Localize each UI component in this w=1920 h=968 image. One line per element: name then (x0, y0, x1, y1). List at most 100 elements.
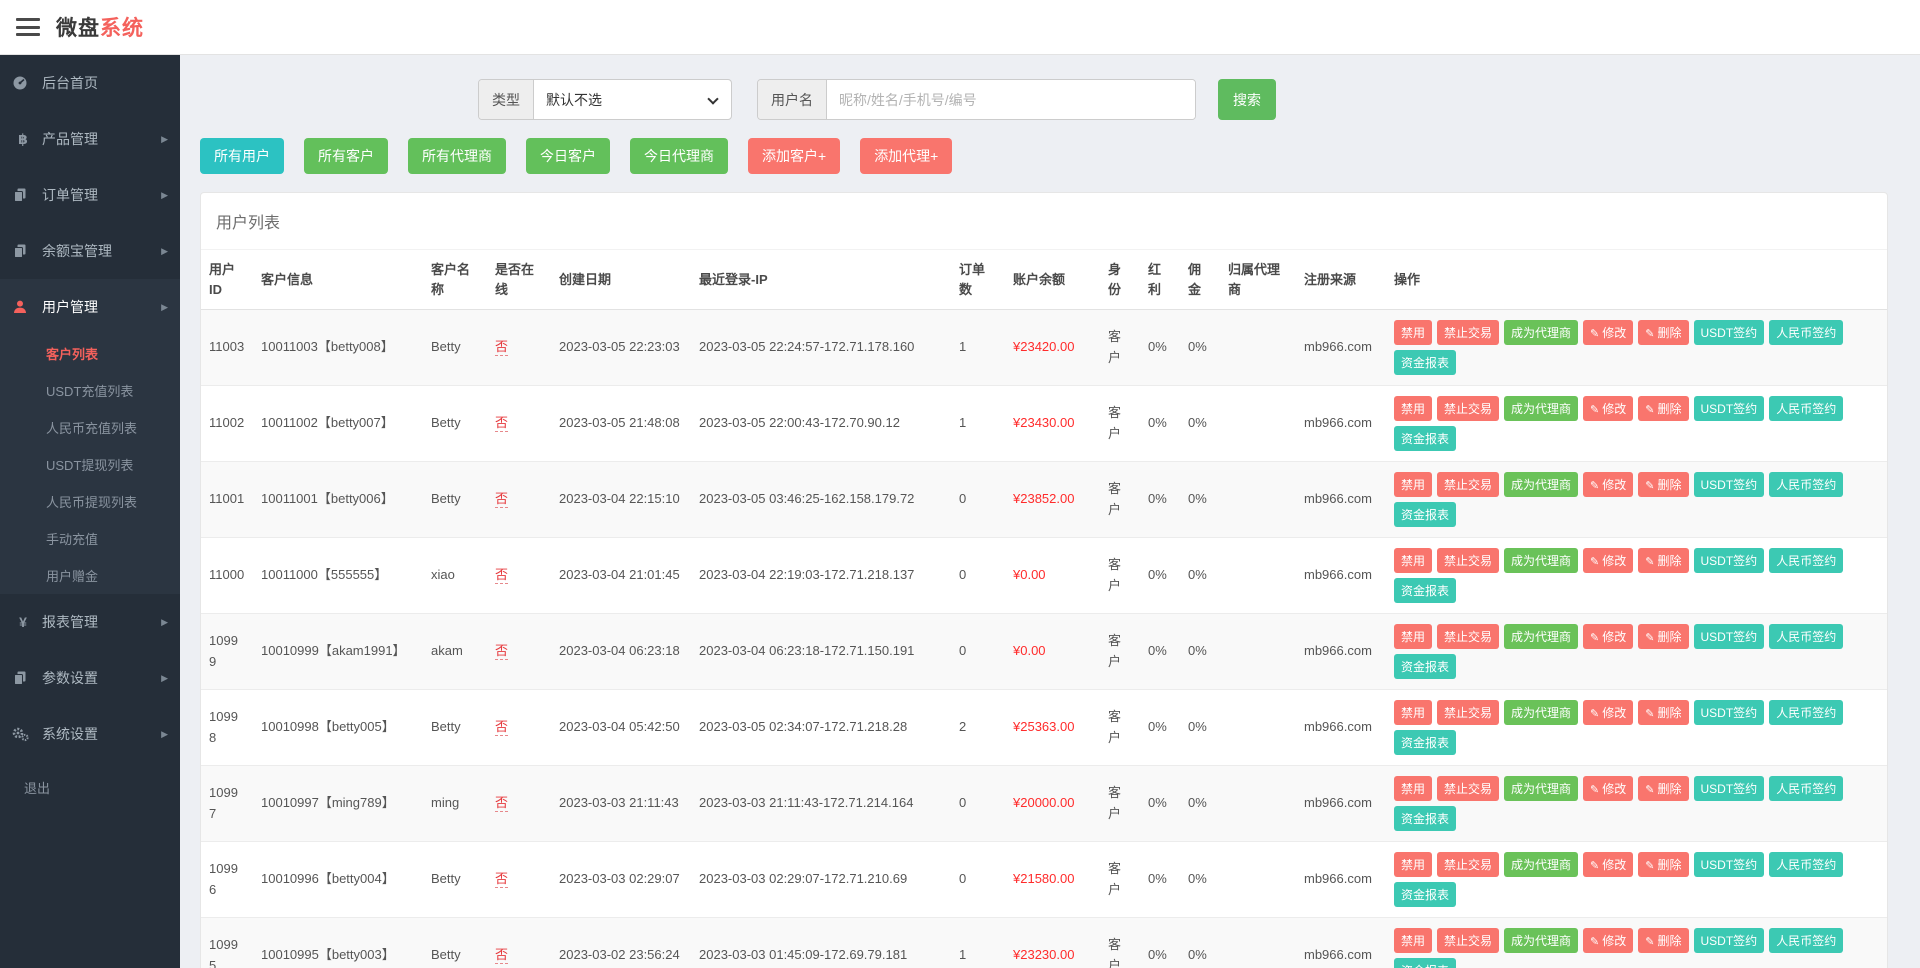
disable-button[interactable]: 禁用 (1394, 700, 1432, 725)
edit-button[interactable]: ✎修改 (1583, 776, 1633, 801)
sidebar-item-reports[interactable]: ¥ 报表管理 ▶ (0, 594, 180, 650)
rmb-sign-button[interactable]: 人民币签约 (1769, 776, 1843, 801)
forbid-trade-button[interactable]: 禁止交易 (1437, 396, 1499, 421)
sidebar-subitem-manual-deposit[interactable]: 手动充值 (0, 520, 180, 557)
edit-button[interactable]: ✎修改 (1583, 472, 1633, 497)
sidebar-subitem-customer-list[interactable]: 客户列表 (0, 335, 180, 372)
delete-button[interactable]: ✎删除 (1638, 928, 1688, 953)
sidebar-subitem-rmb-deposit-list[interactable]: 人民币充值列表 (0, 409, 180, 446)
become-agent-button[interactable]: 成为代理商 (1504, 700, 1578, 725)
fund-report-button[interactable]: 资金报表 (1394, 730, 1456, 755)
today-agents-button[interactable]: 今日代理商 (630, 138, 728, 174)
delete-button[interactable]: ✎删除 (1638, 472, 1688, 497)
usdt-sign-button[interactable]: USDT签约 (1694, 472, 1765, 497)
usdt-sign-button[interactable]: USDT签约 (1694, 928, 1765, 953)
hamburger-menu-icon[interactable] (16, 18, 40, 36)
fund-report-button[interactable]: 资金报表 (1394, 958, 1456, 968)
sidebar-item-system-settings[interactable]: 系统设置 ▶ (0, 706, 180, 762)
sidebar-item-parameters[interactable]: 参数设置 ▶ (0, 650, 180, 706)
usdt-sign-button[interactable]: USDT签约 (1694, 852, 1765, 877)
edit-button[interactable]: ✎修改 (1583, 320, 1633, 345)
rmb-sign-button[interactable]: 人民币签约 (1769, 624, 1843, 649)
usdt-sign-button[interactable]: USDT签约 (1694, 700, 1765, 725)
forbid-trade-button[interactable]: 禁止交易 (1437, 320, 1499, 345)
disable-button[interactable]: 禁用 (1394, 928, 1432, 953)
sidebar-item-logout[interactable]: 退出 (0, 762, 180, 813)
all-users-button[interactable]: 所有用户 (200, 138, 284, 174)
edit-button[interactable]: ✎修改 (1583, 624, 1633, 649)
today-customers-button[interactable]: 今日客户 (526, 138, 610, 174)
forbid-trade-button[interactable]: 禁止交易 (1437, 548, 1499, 573)
forbid-trade-button[interactable]: 禁止交易 (1437, 852, 1499, 877)
become-agent-button[interactable]: 成为代理商 (1504, 548, 1578, 573)
become-agent-button[interactable]: 成为代理商 (1504, 472, 1578, 497)
sidebar-item-yuebao[interactable]: 余额宝管理 ▶ (0, 223, 180, 279)
rmb-sign-button[interactable]: 人民币签约 (1769, 548, 1843, 573)
add-customer-button[interactable]: 添加客户+ (748, 138, 840, 174)
disable-button[interactable]: 禁用 (1394, 548, 1432, 573)
sidebar-item-orders[interactable]: 订单管理 ▶ (0, 167, 180, 223)
rmb-sign-button[interactable]: 人民币签约 (1769, 396, 1843, 421)
usdt-sign-button[interactable]: USDT签约 (1694, 396, 1765, 421)
fund-report-button[interactable]: 资金报表 (1394, 882, 1456, 907)
become-agent-button[interactable]: 成为代理商 (1504, 928, 1578, 953)
sidebar-item-users[interactable]: 用户管理 ▶ (0, 279, 180, 335)
edit-button[interactable]: ✎修改 (1583, 548, 1633, 573)
forbid-trade-button[interactable]: 禁止交易 (1437, 700, 1499, 725)
delete-button[interactable]: ✎删除 (1638, 700, 1688, 725)
delete-button[interactable]: ✎删除 (1638, 320, 1688, 345)
usdt-sign-button[interactable]: USDT签约 (1694, 776, 1765, 801)
rmb-sign-button[interactable]: 人民币签约 (1769, 928, 1843, 953)
search-button[interactable]: 搜索 (1218, 79, 1276, 120)
edit-button[interactable]: ✎修改 (1583, 700, 1633, 725)
delete-button[interactable]: ✎删除 (1638, 548, 1688, 573)
forbid-trade-button[interactable]: 禁止交易 (1437, 928, 1499, 953)
rmb-sign-button[interactable]: 人民币签约 (1769, 320, 1843, 345)
become-agent-button[interactable]: 成为代理商 (1504, 624, 1578, 649)
sidebar-subitem-rmb-withdraw-list[interactable]: 人民币提现列表 (0, 483, 180, 520)
disable-button[interactable]: 禁用 (1394, 852, 1432, 877)
become-agent-button[interactable]: 成为代理商 (1504, 852, 1578, 877)
delete-button[interactable]: ✎删除 (1638, 624, 1688, 649)
fund-report-button[interactable]: 资金报表 (1394, 426, 1456, 451)
sidebar-subitem-user-bonus[interactable]: 用户赠金 (0, 557, 180, 594)
become-agent-button[interactable]: 成为代理商 (1504, 396, 1578, 421)
disable-button[interactable]: 禁用 (1394, 472, 1432, 497)
edit-button[interactable]: ✎修改 (1583, 852, 1633, 877)
online-status: 否 (495, 643, 508, 660)
disable-button[interactable]: 禁用 (1394, 320, 1432, 345)
username-input[interactable] (827, 80, 1195, 119)
sidebar-item-products[interactable]: ฿ 产品管理 ▶ (0, 111, 180, 167)
rmb-sign-button[interactable]: 人民币签约 (1769, 700, 1843, 725)
all-agents-button[interactable]: 所有代理商 (408, 138, 506, 174)
forbid-trade-button[interactable]: 禁止交易 (1437, 472, 1499, 497)
fund-report-button[interactable]: 资金报表 (1394, 654, 1456, 679)
sidebar-subitem-usdt-deposit-list[interactable]: USDT充值列表 (0, 372, 180, 409)
rmb-sign-button[interactable]: 人民币签约 (1769, 472, 1843, 497)
delete-button[interactable]: ✎删除 (1638, 852, 1688, 877)
forbid-trade-button[interactable]: 禁止交易 (1437, 776, 1499, 801)
sidebar-item-dashboard[interactable]: 后台首页 (0, 55, 180, 111)
edit-button[interactable]: ✎修改 (1583, 928, 1633, 953)
add-agent-button[interactable]: 添加代理+ (860, 138, 952, 174)
usdt-sign-button[interactable]: USDT签约 (1694, 548, 1765, 573)
sidebar-subitem-usdt-withdraw-list[interactable]: USDT提现列表 (0, 446, 180, 483)
disable-button[interactable]: 禁用 (1394, 776, 1432, 801)
rmb-sign-button[interactable]: 人民币签约 (1769, 852, 1843, 877)
fund-report-button[interactable]: 资金报表 (1394, 502, 1456, 527)
fund-report-button[interactable]: 资金报表 (1394, 350, 1456, 375)
disable-button[interactable]: 禁用 (1394, 396, 1432, 421)
all-customers-button[interactable]: 所有客户 (304, 138, 388, 174)
fund-report-button[interactable]: 资金报表 (1394, 806, 1456, 831)
edit-button[interactable]: ✎修改 (1583, 396, 1633, 421)
become-agent-button[interactable]: 成为代理商 (1504, 776, 1578, 801)
fund-report-button[interactable]: 资金报表 (1394, 578, 1456, 603)
type-select[interactable]: 默认不选 (534, 80, 731, 119)
forbid-trade-button[interactable]: 禁止交易 (1437, 624, 1499, 649)
become-agent-button[interactable]: 成为代理商 (1504, 320, 1578, 345)
usdt-sign-button[interactable]: USDT签约 (1694, 624, 1765, 649)
disable-button[interactable]: 禁用 (1394, 624, 1432, 649)
delete-button[interactable]: ✎删除 (1638, 776, 1688, 801)
usdt-sign-button[interactable]: USDT签约 (1694, 320, 1765, 345)
delete-button[interactable]: ✎删除 (1638, 396, 1688, 421)
